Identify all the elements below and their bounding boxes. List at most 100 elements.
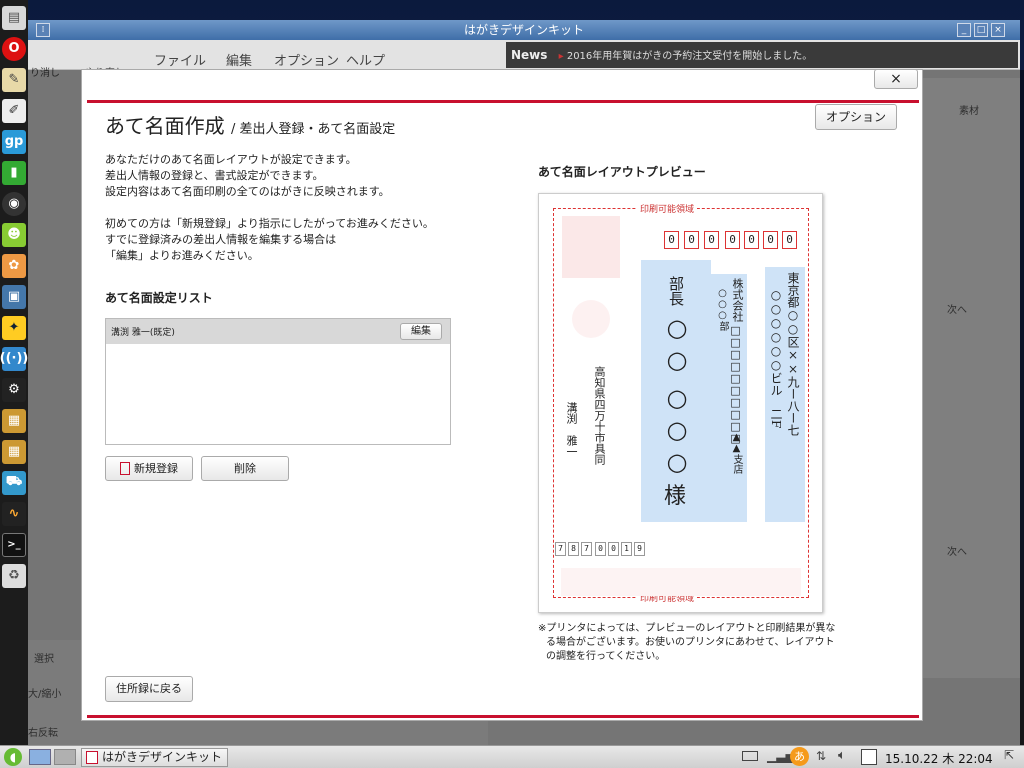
shopping-icon[interactable]: ⛟ (2, 470, 26, 495)
clock[interactable]: 15.10.22 木 22:04 (885, 750, 993, 767)
menu-file[interactable]: ファイル (154, 50, 206, 69)
company-boxes: □□□□□□□□□□ (729, 324, 742, 444)
green-book-icon[interactable]: ▮ (2, 160, 26, 185)
honorific: 様 (664, 484, 687, 509)
delete-button[interactable]: 削除 (201, 456, 289, 481)
workspace-1[interactable] (29, 749, 51, 765)
minimize-button[interactable]: _ (957, 23, 971, 37)
name-circle: ○ (666, 416, 688, 444)
media-player-icon[interactable]: ◉ (2, 191, 26, 216)
notes-icon[interactable] (861, 749, 877, 765)
news-ticker[interactable]: News ▸ 2016年用年賀はがきの予約注文受付を開始しました。 (506, 42, 1018, 68)
gp-app-icon[interactable]: gp (2, 129, 26, 154)
menu-edit[interactable]: 編集 (226, 50, 252, 69)
postmark-circle (572, 300, 610, 338)
postal-digit: 0 (684, 231, 699, 249)
image-viewer-icon[interactable]: ▣ (2, 284, 26, 309)
edit-button[interactable]: 編集 (400, 323, 442, 340)
task-label: はがきデザインキット (102, 750, 223, 764)
menu-options[interactable]: オプション (274, 50, 339, 69)
postal-digit: 0 (744, 231, 759, 249)
menu-help[interactable]: ヘルプ (346, 50, 385, 69)
sender-postal-digit: 9 (634, 542, 645, 556)
new-registration-label: 新規登録 (134, 462, 178, 475)
recipient-address-line1: 東京都○○区××九ー八ー七 (786, 272, 800, 436)
trash-icon[interactable]: ♻ (2, 563, 26, 588)
dialog-close-button[interactable]: × (874, 69, 918, 89)
name-circle: ○ (666, 448, 688, 476)
settings-list[interactable]: 溝渕 雅一(既定) 編集 (105, 318, 451, 445)
opera-browser-icon[interactable]: O (2, 36, 26, 61)
network-status-icon[interactable]: ⇅ (816, 749, 826, 763)
window-title: はがきデザインキット (463, 23, 584, 37)
back-to-address-book-button[interactable]: 住所録に戻る (105, 676, 193, 702)
recipient-address-line2: ○○○○○○ビル 二F (769, 288, 783, 429)
input-method-icon[interactable]: あ (790, 747, 809, 766)
recipient-title: 部長 (667, 276, 685, 306)
terminal-icon[interactable]: >_ (2, 532, 26, 557)
bottom-red-line (87, 715, 919, 718)
package-install-icon[interactable]: ▦ (2, 439, 26, 464)
name-circle: ○ (666, 346, 688, 374)
dialog-title-main: あて名面作成 (105, 114, 225, 138)
volume-icon[interactable]: 🔈︎ (838, 748, 846, 763)
window-menu-icon[interactable]: ⁞ (36, 23, 50, 37)
printer-note-1: ※プリンタによっては、プレビューのレイアウトと印刷結果が異な (538, 623, 836, 634)
dialog-subtitle: / 差出人登録・あて名面設定 (230, 122, 396, 137)
name-circle: ○ (666, 384, 688, 412)
file-manager-icon[interactable]: ▤ (2, 5, 26, 30)
intro-line-2: 差出人情報の登録と、書式設定ができます。 (105, 169, 324, 182)
sender-postal-digit: 7 (581, 542, 592, 556)
close-window-button[interactable]: × (991, 23, 1005, 37)
window-titlebar: はがきデザインキット ⁞ _ □ × (28, 20, 1020, 40)
text-editor-icon[interactable]: ✐ (2, 98, 26, 123)
recipient-name-circles: ○ ○ ○ ○ ○ (663, 312, 691, 478)
instructions-line-1: 初めての方は「新規登録」より指示にしたがってお進みください。 (105, 217, 434, 230)
branch: ▲▲支店 (731, 432, 742, 474)
system-monitor-icon[interactable]: ∿ (2, 501, 26, 526)
name-circle: ○ (666, 314, 688, 342)
new-registration-icon (120, 461, 130, 475)
desktop: ▤ O ✎ ✐ gp ▮ ◉ ☻ ✿ ▣ ✦ ((·)) ⚙ ▦ ▦ ⛟ ∿ >… (0, 0, 1024, 768)
recipient-name-cutout (711, 260, 747, 274)
maximize-button[interactable]: □ (974, 23, 988, 37)
bug-icon[interactable]: ☻ (2, 222, 26, 247)
postal-digit: 0 (664, 231, 679, 249)
list-item[interactable]: 溝渕 雅一(既定) 編集 (106, 319, 450, 344)
network-icon[interactable]: ((·)) (0, 346, 28, 371)
options-button[interactable]: オプション (815, 104, 897, 130)
sender-postal-digit: 8 (568, 542, 579, 556)
sender-postal-digit: 7 (555, 542, 566, 556)
settings-gear-icon[interactable]: ⚙ (2, 377, 26, 402)
top-red-line (87, 100, 919, 103)
sender-postal-digit: 1 (621, 542, 632, 556)
task-app-icon (86, 751, 98, 764)
news-label: News (511, 48, 548, 62)
stamp-area (562, 216, 620, 278)
postal-digit: 0 (763, 231, 778, 249)
printable-area-label-top: 印刷可能領域 (637, 202, 698, 215)
sender-postal-digit: 0 (608, 542, 619, 556)
notepad-icon[interactable]: ✎ (2, 67, 26, 92)
show-desktop-icon[interactable]: ⇱ (1004, 748, 1022, 766)
instructions-line-3: 「編集」よりお進みください。 (105, 249, 259, 262)
workspace-2[interactable] (54, 749, 76, 765)
battery-icon[interactable] (742, 751, 758, 761)
package-icon[interactable]: ▦ (2, 408, 26, 433)
postal-digit: 0 (782, 231, 797, 249)
drawing-icon[interactable]: ✦ (2, 315, 26, 340)
news-text: 2016年用年賀はがきの予約注文受付を開始しました。 (566, 51, 813, 62)
bottom-shaded-area (561, 568, 801, 596)
dialog-title: あて名面作成 / 差出人登録・あて名面設定 (105, 110, 395, 139)
postal-digit: 0 (725, 231, 740, 249)
taskbar: ◖ はがきデザインキット ▁▃▅ あ ⇅ 🔈︎ 15.10.22 木 22:04… (0, 745, 1024, 768)
preview-heading: あて名面レイアウトプレビュー (538, 165, 706, 179)
new-registration-button[interactable]: 新規登録 (105, 456, 193, 481)
taskbar-app-button[interactable]: はがきデザインキット (81, 748, 228, 767)
sender-postal-digit: 0 (595, 542, 606, 556)
intro-line-1: あなただけのあて名面レイアウトが設定できます。 (105, 153, 357, 166)
paint-icon[interactable]: ✿ (2, 253, 26, 278)
news-arrow-icon: ▸ (558, 51, 564, 62)
start-menu-icon[interactable]: ◖ (4, 748, 22, 766)
launcher-dock: ▤ O ✎ ✐ gp ▮ ◉ ☻ ✿ ▣ ✦ ((·)) ⚙ ▦ ▦ ⛟ ∿ >… (0, 0, 28, 745)
